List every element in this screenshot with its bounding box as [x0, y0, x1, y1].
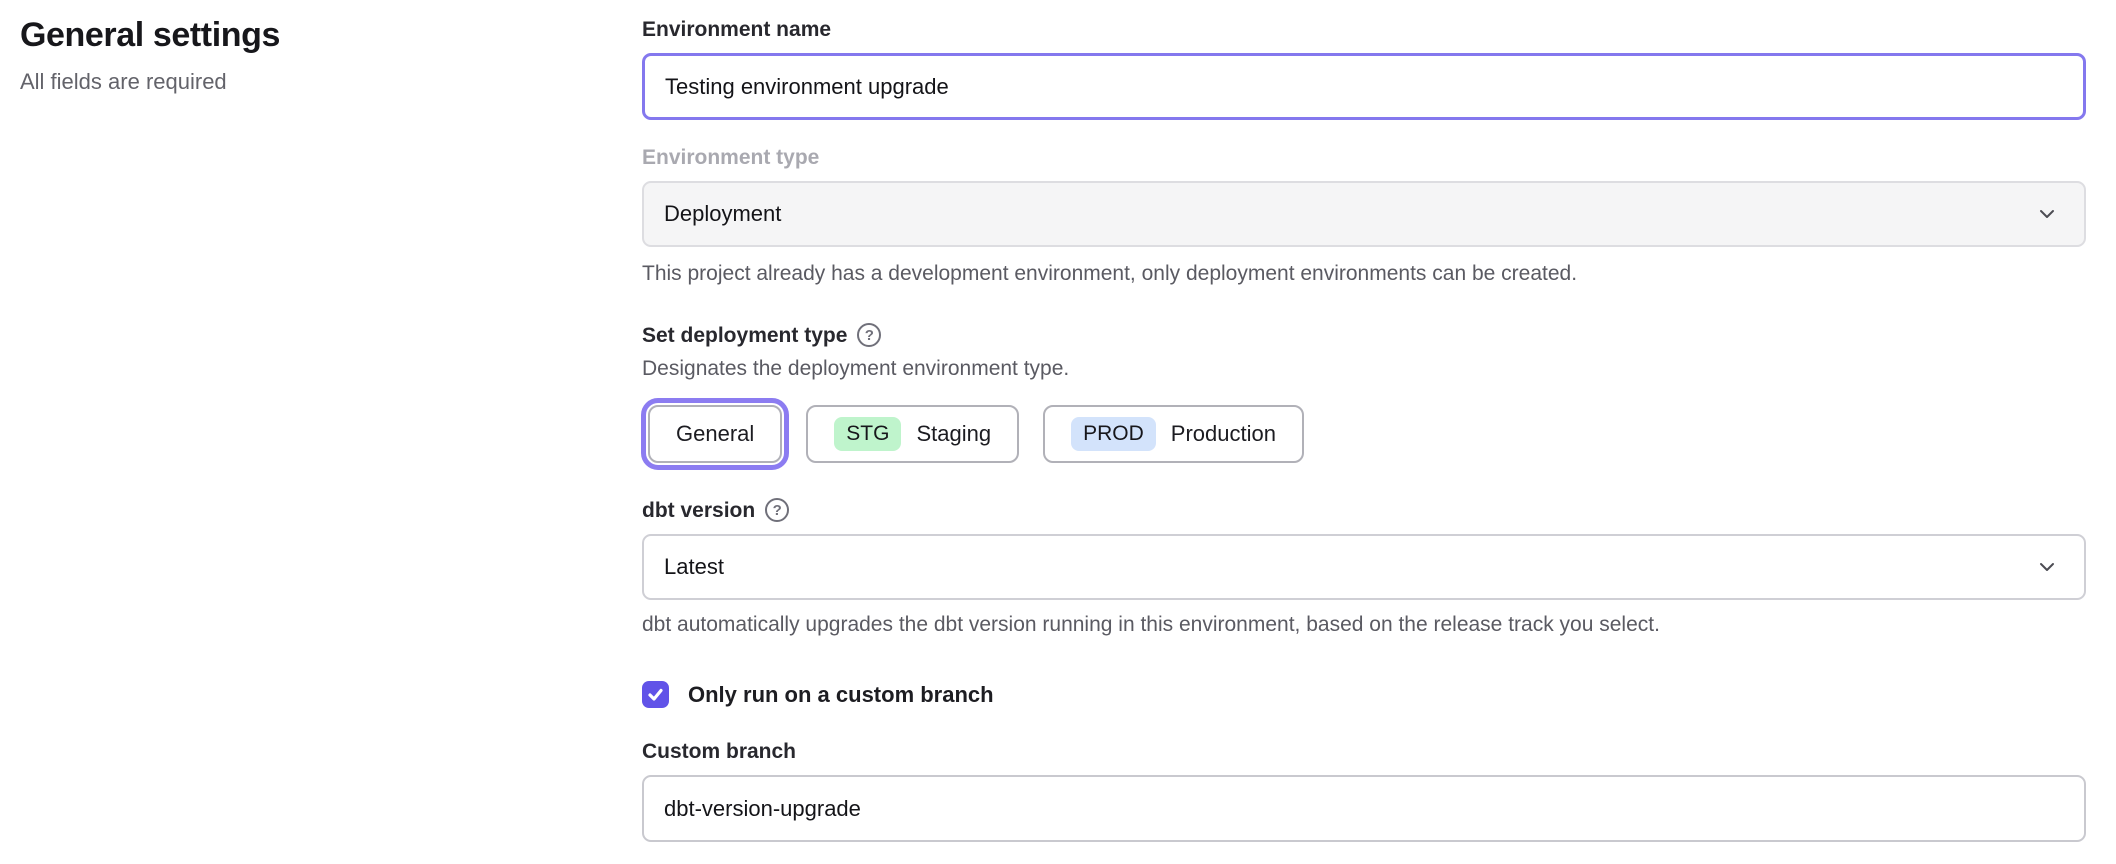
general-settings-page: General settings All fields are required… — [0, 0, 2116, 864]
dbt-version-label-row: dbt version ? — [642, 499, 2086, 523]
deployment-type-options: General STG Staging PROD Production — [642, 399, 2086, 469]
dbt-version-select[interactable]: Latest — [642, 534, 2086, 600]
environment-type-label: Environment type — [642, 146, 2086, 170]
custom-branch-checkbox-label: Only run on a custom branch — [688, 682, 994, 708]
page-title: General settings — [20, 16, 642, 55]
custom-branch-label: Custom branch — [642, 740, 2086, 764]
environment-type-group: Environment type Deployment This project… — [642, 146, 2086, 286]
custom-branch-input[interactable] — [642, 775, 2086, 842]
deployment-type-general-label: General — [676, 421, 754, 447]
deployment-type-production-label: Production — [1171, 421, 1276, 447]
environment-name-group: Environment name — [642, 18, 2086, 120]
dbt-version-helper: dbt automatically upgrades the dbt versi… — [642, 613, 2086, 637]
dbt-version-label: dbt version — [642, 499, 755, 523]
page-subtitle: All fields are required — [20, 69, 642, 95]
chevron-down-icon — [2034, 554, 2060, 580]
environment-settings-form: Environment name Environment type Deploy… — [642, 0, 2086, 864]
custom-branch-group: Custom branch — [642, 740, 2086, 842]
settings-header: General settings All fields are required — [0, 0, 642, 864]
environment-name-label: Environment name — [642, 18, 2086, 42]
deployment-type-helper: Designates the deployment environment ty… — [642, 357, 2086, 381]
deployment-type-staging-button[interactable]: STG Staging — [806, 405, 1019, 463]
deployment-type-general-button[interactable]: General — [648, 405, 782, 463]
deployment-type-production-button[interactable]: PROD Production — [1043, 405, 1304, 463]
deployment-type-label-row: Set deployment type ? — [642, 324, 2086, 348]
environment-name-input[interactable] — [642, 53, 2086, 120]
help-icon[interactable]: ? — [857, 323, 881, 347]
deployment-type-staging-label: Staging — [916, 421, 991, 447]
chevron-down-icon — [2034, 201, 2060, 227]
deployment-type-group: Set deployment type ? Designates the dep… — [642, 324, 2086, 469]
staging-badge: STG — [834, 417, 901, 451]
environment-type-select[interactable]: Deployment — [642, 181, 2086, 247]
production-badge: PROD — [1071, 417, 1156, 451]
environment-type-helper: This project already has a development e… — [642, 262, 2086, 286]
custom-branch-checkbox[interactable] — [642, 681, 669, 708]
dbt-version-group: dbt version ? Latest dbt automatically u… — [642, 499, 2086, 637]
dbt-version-value: Latest — [664, 554, 724, 580]
environment-type-value: Deployment — [664, 201, 781, 227]
deployment-type-label: Set deployment type — [642, 324, 847, 348]
check-icon — [647, 686, 664, 703]
help-icon[interactable]: ? — [765, 498, 789, 522]
custom-branch-checkbox-row[interactable]: Only run on a custom branch — [642, 681, 2086, 708]
